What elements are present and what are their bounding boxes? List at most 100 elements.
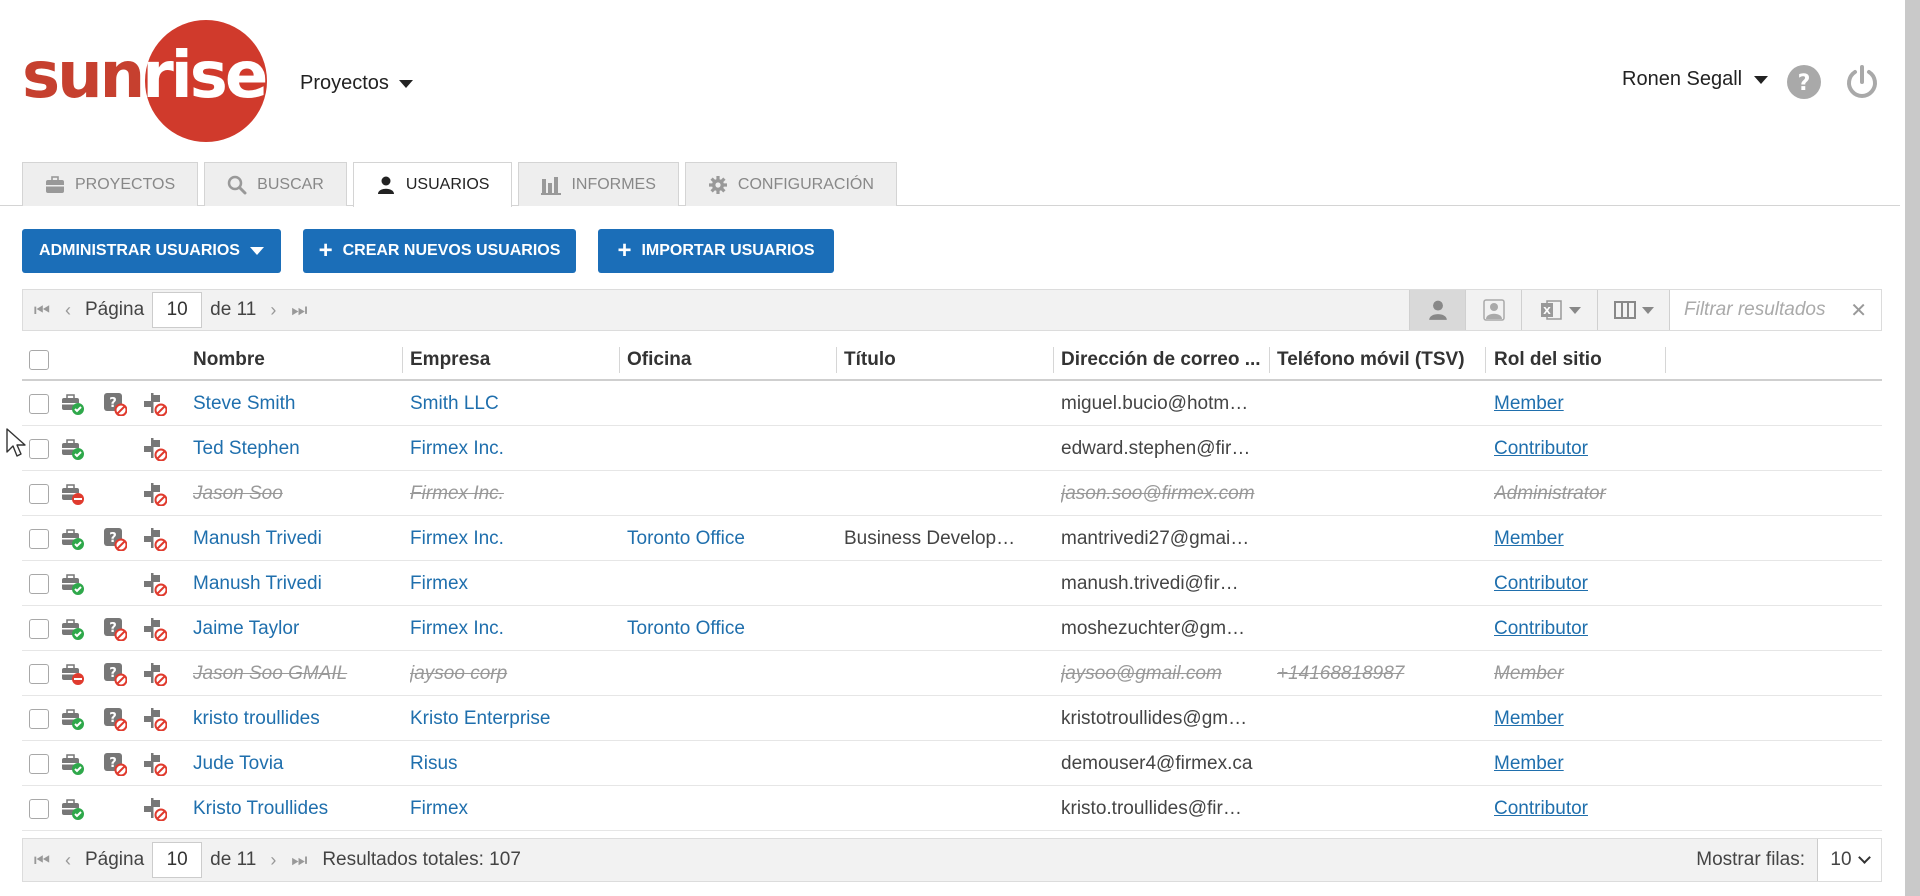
table-toolbar: ⏮ ‹ Página de 11 › ⏭ X Filtra [22,289,1882,331]
export-excel-button[interactable]: X [1521,290,1597,330]
row-checkbox[interactable] [29,438,49,459]
page-count: de 11 [210,849,257,870]
tab-informes[interactable]: INFORMES [518,162,679,206]
user-name[interactable]: Jason Soo GMAIL [193,663,347,685]
user-name[interactable]: Manush Trivedi [193,528,322,550]
row-checkbox[interactable] [29,663,49,684]
col-email[interactable]: Dirección de correo ... [1061,339,1261,381]
first-page-icon[interactable]: ⏮ [33,850,51,871]
user-role[interactable]: Member [1494,393,1564,415]
user-name[interactable]: Manush Trivedi [193,573,322,595]
col-name[interactable]: Nombre [193,339,265,381]
col-title[interactable]: Título [844,339,896,381]
access-status-cell [61,426,85,471]
row-checkbox[interactable] [29,753,49,774]
user-company[interactable]: Firmex Inc. [410,483,504,505]
prev-page-icon[interactable]: ‹ [59,850,77,871]
user-company[interactable]: Risus [410,753,458,775]
question-status-cell: ? [103,696,127,741]
user-name[interactable]: Ted Stephen [193,438,300,460]
cell-name: Ted Stephen [193,426,398,471]
import-users-label: IMPORTAR USUARIOS [641,242,815,259]
clear-filter-icon[interactable]: ✕ [1850,298,1867,323]
user-name[interactable]: Steve Smith [193,393,295,415]
user-role[interactable]: Member [1494,708,1564,730]
row-checkbox[interactable] [29,393,49,414]
row-checkbox[interactable] [29,483,49,504]
user-role[interactable]: Member [1494,663,1564,685]
table-row: ? Manush Trivedi Firmex Inc. Toronto Office… [22,516,1882,561]
row-checkbox[interactable] [29,528,49,549]
page-number-input[interactable] [152,842,203,878]
tab-proyectos[interactable]: PROYECTOS [22,162,199,206]
next-page-icon[interactable]: › [264,300,282,321]
user-company[interactable]: jaysoo corp [410,663,507,685]
user-name[interactable]: Jason Soo [193,483,283,505]
user-role[interactable]: Member [1494,528,1564,550]
page-number-input[interactable] [152,292,203,328]
user-company[interactable]: Smith LLC [410,393,499,415]
cell-company: Kristo Enterprise [410,696,615,741]
create-users-button[interactable]: + CREAR NUEVOS USUARIOS [303,229,576,273]
user-company[interactable]: Firmex Inc. [410,618,504,640]
user-menu[interactable]: Ronen Segall [1622,68,1769,91]
user-name[interactable]: Jaime Taylor [193,618,299,640]
briefcase-check-icon [62,438,84,460]
user-name[interactable]: Jude Tovia [193,753,284,775]
svg-text:X: X [1543,306,1551,317]
row-checkbox[interactable] [29,618,49,639]
scrollbar[interactable] [1905,0,1920,896]
sunrise-logo[interactable]: sunrise [22,18,272,142]
cell-role: Administrator [1494,471,1662,516]
flag-blocked-icon [144,527,167,551]
user-role[interactable]: Contributor [1494,798,1588,820]
manage-users-button[interactable]: ADMINISTRAR USUARIOS [22,229,281,273]
cell-email: manush.trivedi@fir… [1061,561,1265,606]
row-checkbox[interactable] [29,573,49,594]
user-role[interactable]: Contributor [1494,618,1588,640]
cell-email: moshezuchter@gm… [1061,606,1265,651]
col-phone[interactable]: Teléfono móvil (TSV) [1277,339,1465,381]
rows-per-page-select[interactable]: 10 [1817,839,1881,881]
user-name[interactable]: Kristo Troullides [193,798,328,820]
flag-status-cell [143,606,167,651]
select-all-cell [29,339,49,381]
user-company[interactable]: Firmex [410,798,468,820]
select-all-checkbox[interactable] [29,350,49,370]
user-company[interactable]: Firmex Inc. [410,438,504,460]
row-checkbox[interactable] [29,708,49,729]
filter-input[interactable]: Filtrar resultados ✕ [1669,290,1881,330]
help-icon[interactable]: ? [1786,64,1822,100]
user-company[interactable]: Firmex Inc. [410,528,504,550]
view-all-users-button[interactable] [1465,290,1521,330]
col-company[interactable]: Empresa [410,339,490,381]
col-role[interactable]: Rol del sitio [1494,339,1602,381]
user-office[interactable]: Toronto Office [627,618,745,640]
user-office[interactable]: Toronto Office [627,528,745,550]
last-page-icon[interactable]: ⏭ [290,850,308,871]
user-role[interactable]: Member [1494,753,1564,775]
user-name[interactable]: kristo troullides [193,708,320,730]
cell-role: Contributor [1494,561,1662,606]
tab-buscar[interactable]: BUSCAR [204,162,347,206]
user-company[interactable]: Kristo Enterprise [410,708,550,730]
view-active-users-button[interactable] [1409,290,1465,330]
col-office[interactable]: Oficina [627,339,691,381]
user-role[interactable]: Contributor [1494,573,1588,595]
user-role[interactable]: Administrator [1494,483,1606,505]
cell-office [627,741,832,786]
columns-button[interactable] [1597,290,1669,330]
last-page-icon[interactable]: ⏭ [290,300,308,321]
tab-usuarios[interactable]: USUARIOS [352,162,513,207]
question-blocked-icon: ? [104,662,127,686]
prev-page-icon[interactable]: ‹ [59,300,77,321]
first-page-icon[interactable]: ⏮ [33,300,51,321]
projects-menu[interactable]: Proyectos [300,72,413,95]
user-company[interactable]: Firmex [410,573,468,595]
power-icon[interactable] [1844,64,1880,100]
import-users-button[interactable]: + IMPORTAR USUARIOS [598,229,834,273]
user-role[interactable]: Contributor [1494,438,1588,460]
row-checkbox[interactable] [29,798,49,819]
tab-configuracion[interactable]: CONFIGURACIÓN [684,162,897,206]
next-page-icon[interactable]: › [264,850,282,871]
